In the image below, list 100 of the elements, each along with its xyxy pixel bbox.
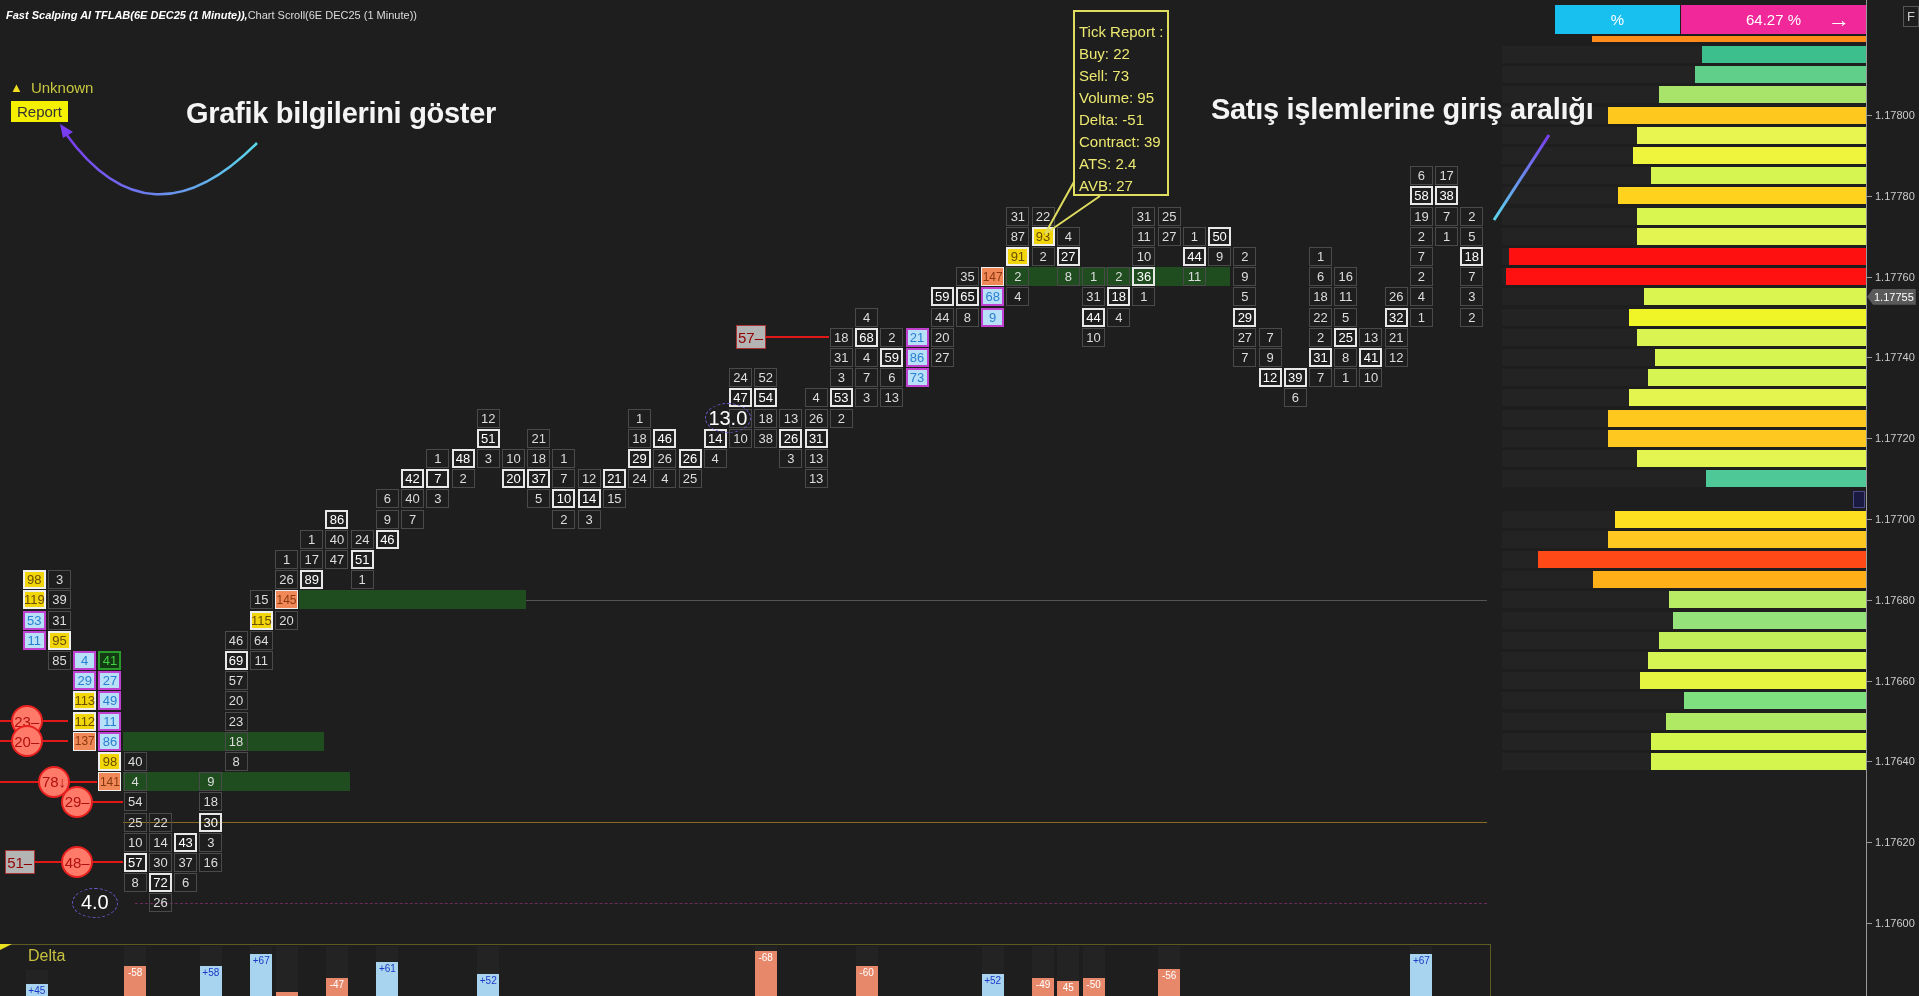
footprint-cell: 23: [224, 711, 248, 731]
annotation-text: Satış işlemlerine giriş aralığı: [1211, 93, 1594, 126]
footprint-cell: 18: [1460, 246, 1484, 266]
footprint-cell: 20: [930, 327, 954, 347]
footprint-cell: 2: [1006, 267, 1030, 287]
footprint-cell: 26: [1384, 287, 1408, 307]
footprint-cell: 54: [123, 792, 147, 812]
footprint-cell: 31: [1132, 206, 1156, 226]
footprint-cell: 4: [855, 347, 879, 367]
footprint-cell: 44: [1082, 307, 1106, 327]
footprint-cell: 5: [1460, 226, 1484, 246]
footprint-cell: 11: [98, 711, 122, 731]
footprint-cell: 44: [930, 307, 954, 327]
footprint-cell: 87: [1006, 226, 1030, 246]
footprint-cell: 1: [1309, 246, 1332, 266]
footprint-cell: 47: [728, 388, 752, 408]
signal-circle: 48–: [61, 846, 94, 879]
footprint-cell: 11: [1132, 226, 1156, 246]
footprint-cell: 12: [476, 408, 500, 428]
delta-bar: -58: [124, 966, 147, 996]
footprint-cell: 27: [98, 671, 122, 691]
footprint-cell: 4: [855, 307, 879, 327]
footprint-cell: 18: [628, 428, 652, 448]
footprint-cell: 10: [123, 832, 147, 852]
footprint-cell: 52: [754, 368, 778, 388]
footprint-cell: 10: [1132, 246, 1156, 266]
footprint-cell: 14: [577, 489, 601, 509]
footprint-cell: 3: [426, 489, 450, 509]
price-label: 1.17640: [1875, 754, 1915, 769]
footprint-cell: 18: [1107, 287, 1131, 307]
footprint-cell: 14: [703, 428, 727, 448]
footprint-cell: 5: [527, 489, 551, 509]
tooltip-line: Sell: 73: [1079, 66, 1131, 85]
footprint-cell: 1: [1409, 307, 1433, 327]
footprint-cell: 4: [1409, 287, 1433, 307]
footprint-cell: 22: [1309, 307, 1332, 327]
footprint-cell: 13: [1359, 327, 1383, 347]
tooltip-line: Contract: 39: [1079, 132, 1162, 151]
footprint-cell: 8: [1056, 267, 1080, 287]
footprint-cell: 57: [123, 852, 147, 872]
footprint-cell: 41: [1359, 347, 1383, 367]
delta-bar: +67: [250, 953, 273, 996]
footprint-cell: 69: [224, 650, 248, 670]
footprint-cell: 31: [829, 347, 853, 367]
footprint-cell: 40: [325, 529, 349, 549]
footprint-cell: 12: [1258, 368, 1282, 388]
footprint-cell: 20: [275, 610, 298, 630]
footprint-cell: 86: [905, 347, 929, 367]
price-label: 1.17780: [1875, 188, 1915, 203]
footprint-cell: 21: [1384, 327, 1408, 347]
footprint-cell: 7: [1258, 327, 1282, 347]
footprint-cell: 29: [1233, 307, 1257, 327]
footprint-cell: 10: [1359, 368, 1383, 388]
footprint-cell: 21: [527, 428, 551, 448]
signal-box: 51–: [4, 850, 35, 875]
footprint-cell: 12: [577, 469, 601, 489]
footprint-cell: 1: [275, 549, 298, 569]
footprint-cell: 15: [602, 489, 626, 509]
price-label: 1.17680: [1875, 592, 1915, 607]
footprint-cell: 42: [401, 469, 425, 489]
footprint-cell: 2: [1460, 206, 1484, 226]
footprint-cell: 18: [754, 408, 778, 428]
footprint-cell: 2: [829, 408, 853, 428]
footprint-cell: 24: [350, 529, 374, 549]
footprint-cell: 64: [249, 630, 273, 650]
delta-bar: -47: [325, 978, 348, 996]
current-price-label: 1.17755: [1867, 288, 1916, 305]
footprint-cell: 1: [552, 448, 576, 468]
footprint-cell: 9: [199, 772, 223, 792]
corner-button[interactable]: F: [1903, 6, 1919, 27]
report-button[interactable]: Report: [11, 101, 69, 122]
footprint-cell: 10: [501, 448, 525, 468]
footprint-cell: 6: [174, 873, 198, 893]
footprint-cell: 11: [1334, 287, 1358, 307]
profile-marker: [1853, 490, 1865, 508]
footprint-cell: 31: [1082, 287, 1106, 307]
footprint-cell: 18: [829, 327, 853, 347]
footprint-cell: 141: [98, 772, 122, 792]
footprint-cell: 17: [300, 549, 324, 569]
footprint-cell: 2: [880, 327, 904, 347]
footprint-cell: 73: [905, 368, 929, 388]
footprint-cell: 2: [1031, 246, 1055, 266]
footprint-cell: 16: [199, 852, 223, 872]
delta-bar: -49: [1032, 978, 1055, 996]
panel-title: Delta: [28, 947, 66, 965]
footprint-cell: 5: [1334, 307, 1358, 327]
footprint-cell: 89: [300, 570, 324, 590]
balance-bar-left: %: [1555, 5, 1680, 34]
footprint-cell: 10: [552, 489, 576, 509]
footprint-cell: 7: [1435, 206, 1459, 226]
footprint-cell: 95: [48, 630, 71, 650]
footprint-cell: 18: [224, 731, 248, 751]
footprint-cell: 4: [804, 388, 828, 408]
footprint-cell: 3: [577, 509, 601, 529]
footprint-cell: 3: [829, 368, 853, 388]
price-label: 1.17720: [1875, 431, 1915, 446]
footprint-cell: 147: [981, 267, 1005, 287]
footprint-cell: 1: [1182, 226, 1206, 246]
price-label: 1.17800: [1875, 108, 1915, 122]
footprint-cell: 24: [728, 368, 752, 388]
